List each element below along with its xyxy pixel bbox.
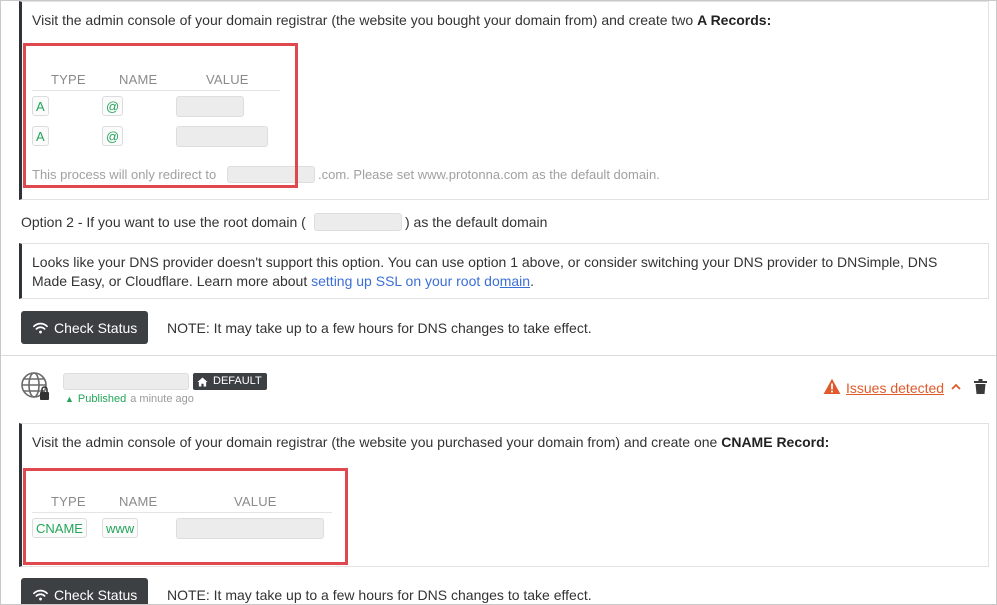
wifi-icon — [33, 322, 48, 333]
cname-instruction: Visit the admin console of your domain r… — [32, 434, 830, 450]
check-status-button[interactable]: Check Status — [21, 578, 149, 604]
section-divider — [1, 355, 996, 356]
dns-notice-line-1: Looks like your DNS provider doesn't sup… — [32, 254, 938, 270]
option-2-text: Option 2 - If you want to use the root d… — [21, 214, 306, 230]
dns-provider-notice: Looks like your DNS provider doesn't sup… — [19, 243, 989, 299]
issues-detected-link[interactable]: Issues detected — [846, 380, 944, 396]
dns-propagation-note: NOTE: It may take up to a few hours for … — [167, 587, 592, 603]
up-arrow-icon: ▲ — [65, 394, 74, 404]
ssl-root-domain-link[interactable]: setting up SSL on your root domain — [311, 273, 530, 289]
dns-settings-panel: Visit the admin console of your domain r… — [0, 0, 997, 605]
redacted-domain-name — [63, 373, 189, 390]
a-records-instruction: Visit the admin console of your domain r… — [32, 12, 772, 28]
highlight-box — [23, 43, 298, 188]
trash-icon[interactable] — [974, 379, 987, 394]
warning-icon — [823, 378, 841, 394]
redacted-root-domain — [314, 213, 402, 231]
home-icon — [197, 376, 208, 387]
default-badge: DEFAULT — [193, 373, 267, 390]
check-status-button[interactable]: Check Status — [21, 311, 149, 344]
dns-notice-line-2: Made Easy, or Cloudflare. Learn more abo… — [32, 273, 534, 289]
chevron-up-icon[interactable] — [951, 383, 961, 391]
wifi-icon — [33, 589, 48, 600]
redirect-notice-suffix: .com. Please set www.protonna.com as the… — [318, 167, 660, 182]
dns-propagation-note: NOTE: It may take up to a few hours for … — [167, 320, 592, 336]
published-status: ▲ Published a minute ago — [65, 393, 194, 405]
highlight-box — [23, 468, 348, 565]
globe-lock-icon — [21, 372, 49, 400]
option-2-suffix: ) as the default domain — [405, 214, 548, 230]
